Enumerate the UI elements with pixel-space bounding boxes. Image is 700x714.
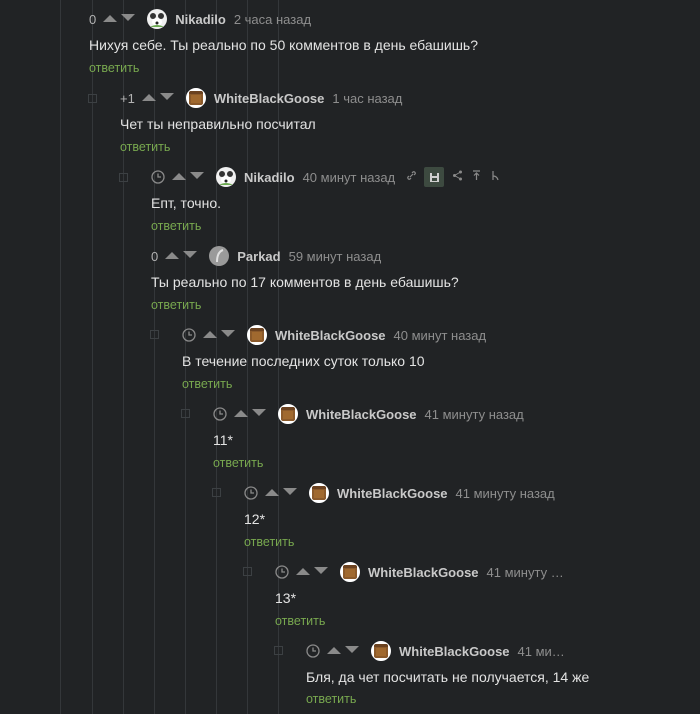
comment-text: 11*	[213, 432, 233, 448]
box-avatar[interactable]	[309, 483, 329, 503]
thread-line	[60, 0, 61, 714]
panda-avatar[interactable]	[147, 9, 168, 29]
reply-link[interactable]: ответить	[89, 61, 139, 75]
downvote-icon[interactable]	[120, 13, 138, 25]
panda-avatar[interactable]	[216, 167, 236, 187]
downvote-icon[interactable]	[159, 92, 177, 104]
comment-time[interactable]: 40 минут назад	[394, 328, 487, 343]
downvote-icon[interactable]	[182, 250, 200, 262]
upvote-icon[interactable]	[202, 329, 220, 341]
comment-time[interactable]: 59 минут назад	[289, 249, 382, 264]
clock-icon	[182, 328, 196, 342]
comment-time[interactable]: 41 минуту назад	[425, 407, 524, 422]
comment-author[interactable]: WhiteBlackGoose	[337, 486, 448, 501]
downvote-icon[interactable]	[251, 408, 269, 420]
box-avatar[interactable]	[278, 404, 298, 424]
comment-text: Чет ты неправильно посчитал	[120, 116, 316, 132]
upvote-icon[interactable]	[264, 487, 282, 499]
comment-text: Бля, да чет посчитать не получается, 14 …	[306, 669, 590, 685]
link-icon[interactable]	[405, 170, 417, 184]
comment-author[interactable]: Nikadilo	[175, 12, 226, 27]
downvote-icon[interactable]	[220, 329, 238, 341]
reply-link[interactable]: ответить	[151, 219, 201, 233]
clock-icon	[275, 565, 289, 579]
to-top-icon[interactable]	[470, 170, 482, 184]
box-avatar[interactable]	[247, 325, 267, 345]
save-icon[interactable]	[424, 167, 445, 187]
comment-time[interactable]: 1 час назад	[332, 91, 402, 106]
comment-text: Епт, точно.	[151, 195, 221, 211]
share-icon[interactable]	[451, 170, 463, 184]
comment-time[interactable]: 40 минут назад	[303, 170, 396, 185]
clock-icon	[151, 170, 165, 184]
reply-link[interactable]: ответить	[306, 692, 356, 706]
comment-time[interactable]: 41 ми…	[518, 644, 565, 659]
reply-link[interactable]: ответить	[151, 298, 201, 312]
comment-author[interactable]: WhiteBlackGoose	[368, 565, 479, 580]
comment-text: 13*	[275, 590, 297, 606]
comment-time[interactable]: 41 минуту назад	[456, 486, 555, 501]
comment-author[interactable]: WhiteBlackGoose	[275, 328, 386, 343]
comment-author[interactable]: WhiteBlackGoose	[306, 407, 417, 422]
comment-author[interactable]: WhiteBlackGoose	[399, 644, 510, 659]
comment-rating: 0	[89, 11, 97, 27]
upvote-icon[interactable]	[102, 13, 120, 25]
comment-rating: 0	[151, 248, 159, 264]
clock-icon	[306, 644, 320, 658]
comment-time[interactable]: 41 минуту …	[487, 565, 564, 580]
collapse-toggle[interactable]	[212, 488, 221, 497]
reply-link[interactable]: ответить	[213, 456, 263, 470]
comment-author[interactable]: Parkad	[237, 249, 280, 264]
upvote-icon[interactable]	[233, 408, 251, 420]
downvote-icon[interactable]	[189, 171, 207, 183]
upvote-icon[interactable]	[141, 92, 159, 104]
upvote-icon[interactable]	[171, 171, 189, 183]
collapse-toggle[interactable]	[119, 173, 128, 182]
box-avatar[interactable]	[185, 88, 206, 108]
collapse-toggle[interactable]	[88, 94, 97, 103]
reply-link[interactable]: ответить	[182, 377, 232, 391]
downvote-icon[interactable]	[313, 566, 331, 578]
clock-icon	[213, 407, 227, 421]
upvote-icon[interactable]	[326, 645, 344, 657]
box-avatar[interactable]	[340, 562, 360, 582]
reply-link[interactable]: ответить	[120, 140, 170, 154]
comment-time[interactable]: 2 часа назад	[234, 12, 311, 27]
comment-text: 12*	[244, 511, 266, 527]
comment-author[interactable]: Nikadilo	[244, 170, 295, 185]
comment-text: Ты реально по 17 комментов в день ебашиш…	[151, 274, 459, 290]
branch-icon[interactable]	[489, 170, 501, 184]
upvote-icon[interactable]	[164, 250, 182, 262]
comment-tools	[405, 167, 508, 187]
downvote-icon[interactable]	[344, 645, 362, 657]
box-avatar[interactable]	[371, 641, 391, 661]
collapse-toggle[interactable]	[274, 646, 283, 655]
clock-icon	[244, 486, 258, 500]
comment-text: В течение последних суток только 10	[182, 353, 425, 369]
upvote-icon[interactable]	[295, 566, 313, 578]
gray-avatar[interactable]	[209, 246, 230, 266]
reply-link[interactable]: ответить	[244, 535, 294, 549]
downvote-icon[interactable]	[282, 487, 300, 499]
collapse-toggle[interactable]	[243, 567, 252, 576]
reply-link[interactable]: ответить	[275, 614, 325, 628]
comment-rating: +1	[120, 90, 135, 106]
collapse-toggle[interactable]	[181, 409, 190, 418]
comment-author[interactable]: WhiteBlackGoose	[214, 91, 325, 106]
comment-text: Нихуя себе. Ты реально по 50 комментов в…	[89, 37, 479, 53]
collapse-toggle[interactable]	[150, 330, 159, 339]
thread-line	[92, 0, 93, 714]
